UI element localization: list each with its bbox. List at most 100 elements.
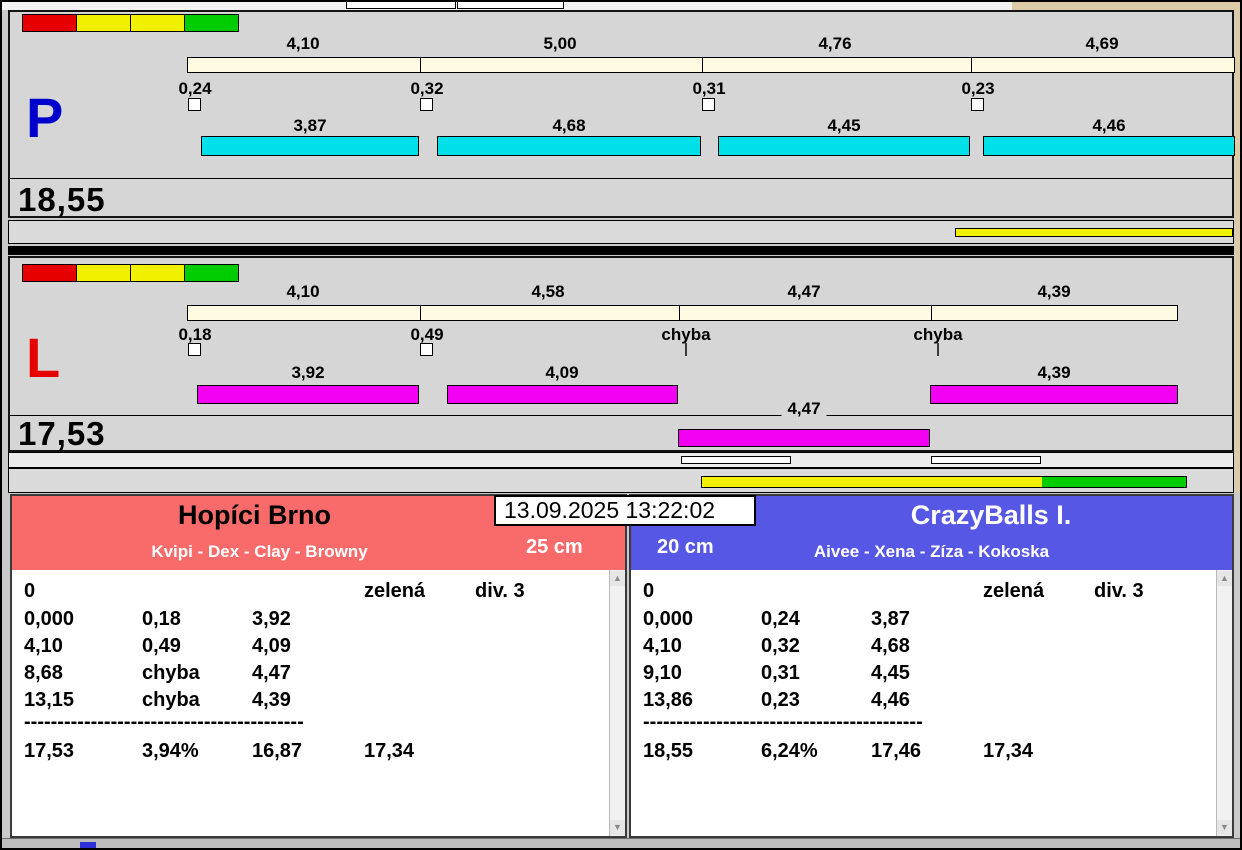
- start-time-label: 0,23: [961, 79, 995, 98]
- red-light-icon: [22, 264, 77, 282]
- division: div. 3: [1094, 580, 1144, 602]
- green-light-icon: [184, 264, 239, 282]
- cumulative-time: 13,15: [24, 689, 75, 711]
- start-sensor-checkbox[interactable]: [188, 343, 201, 356]
- dog-time: 4,46: [871, 689, 910, 711]
- start-sensor-checkbox[interactable]: [702, 98, 715, 111]
- cumulative-time: 8,68: [24, 662, 63, 684]
- best-time: 17,34: [364, 740, 415, 762]
- dog-time: 3,92: [252, 608, 291, 630]
- cumulative-time-bar: [187, 305, 1178, 321]
- start-sensor-checkbox[interactable]: [420, 343, 433, 356]
- dog-run-bar: [201, 136, 419, 156]
- cumulative-time: 13,86: [643, 689, 694, 711]
- start-time-label: 0,32: [410, 79, 444, 98]
- dog-run-bar: [447, 385, 678, 404]
- scroll-up-icon[interactable]: ▲: [1217, 571, 1232, 586]
- yellow-light-icon: [76, 264, 131, 282]
- background-window-edge: [1235, 0, 1242, 493]
- start-time-label: 0,18: [178, 325, 212, 344]
- scrollbar[interactable]: ▲ ▼: [609, 570, 625, 836]
- split-time-label: 5,00: [543, 34, 577, 53]
- window-tab[interactable]: [346, 0, 456, 9]
- yellow-light-icon: [130, 14, 185, 32]
- dog-run-bar: [983, 136, 1235, 156]
- yellow-light-icon: [76, 14, 131, 32]
- start-time: 0,31: [761, 662, 800, 684]
- dog-run-bar: [930, 385, 1178, 404]
- dog-time: 4,45: [871, 662, 910, 684]
- cumulative-time: 0,000: [24, 608, 75, 630]
- left-results: 0 zelená div. 3 0,000 0,18 3,92 4,10 0,4…: [12, 570, 625, 836]
- separator-dashes: ----------------------------------------…: [24, 711, 304, 733]
- l-progress-strip: [8, 468, 1234, 493]
- background-window-strip: [1012, 0, 1242, 10]
- start-time: chyba: [142, 662, 200, 684]
- cumulative-time: 9,10: [643, 662, 682, 684]
- net-time: 17,46: [871, 740, 922, 762]
- cumulative-time: 0,000: [643, 608, 694, 630]
- rerun-run-bar: [678, 429, 930, 447]
- scrollbar[interactable]: ▲ ▼: [1216, 570, 1232, 836]
- start-sensor-checkbox[interactable]: [188, 98, 201, 111]
- dog-time-label: 3,87: [293, 116, 327, 135]
- start-error-label: chyba: [913, 325, 963, 344]
- error-percent: 3,94%: [142, 740, 199, 762]
- taskbar-chip[interactable]: [80, 842, 96, 850]
- total-time: 18,55: [643, 740, 694, 762]
- marker-bar: [931, 456, 1041, 464]
- start-time: 0,18: [142, 608, 181, 630]
- progress-yellow-segment: [702, 477, 1042, 487]
- dog-time-label: 4,09: [545, 363, 579, 382]
- scroll-down-icon[interactable]: ▼: [610, 820, 625, 835]
- run-number: 0: [24, 580, 36, 602]
- window-tab[interactable]: [457, 0, 564, 9]
- dog-run-bar: [718, 136, 970, 156]
- dog-time-label: 3,92: [291, 363, 325, 382]
- lane-divider: [8, 246, 1234, 255]
- cumulative-time-bar: [187, 57, 1235, 73]
- team-dogs: Kvipi - Dex - Clay - Browny: [151, 542, 368, 561]
- dog-time: 4,47: [252, 662, 291, 684]
- start-time-label: 0,49: [410, 325, 444, 344]
- dog-time: 4,09: [252, 635, 291, 657]
- lane-panel-p: 4,10 5,00 4,76 4,69 0,24 0,32 0,31 0,23 …: [8, 10, 1235, 218]
- error-tick-mark: [685, 343, 687, 356]
- split-time-label: 4,10: [286, 34, 320, 53]
- lane-separator-line: [10, 178, 1232, 179]
- split-time-label: 4,47: [787, 282, 821, 301]
- net-time: 16,87: [252, 740, 303, 762]
- best-time: 17,34: [983, 740, 1034, 762]
- marker-bar: [681, 456, 791, 464]
- start-sensor-checkbox[interactable]: [420, 98, 433, 111]
- cumulative-time: 4,10: [643, 635, 682, 657]
- start-time: chyba: [142, 689, 200, 711]
- division: div. 3: [475, 580, 525, 602]
- team-dogs: Aivee - Xena - Zíza - Kokoska: [813, 542, 1050, 561]
- start-time: 0,24: [761, 608, 800, 630]
- dog-time-label: 4,46: [1092, 116, 1126, 135]
- progress-bar-yellow: [955, 228, 1233, 237]
- start-sensor-checkbox[interactable]: [971, 98, 984, 111]
- lane-total-time: 18,55: [18, 181, 106, 218]
- lane-letter-l: L: [26, 326, 61, 389]
- green-light-icon: [184, 14, 239, 32]
- split-time-label: 4,69: [1085, 34, 1119, 53]
- yellow-light-icon: [130, 264, 185, 282]
- light-state: zelená: [364, 580, 426, 602]
- right-team-panel: CrazyBalls I. Aivee - Xena - Zíza - Koko…: [629, 494, 1234, 838]
- lane-letter-p: P: [26, 86, 64, 149]
- light-state: zelená: [983, 580, 1045, 602]
- jump-height-badge: 20 cm: [657, 536, 714, 558]
- dog-time-label: 4,68: [552, 116, 586, 135]
- scroll-down-icon[interactable]: ▼: [1217, 820, 1232, 835]
- start-lights: [22, 264, 239, 282]
- start-time: 0,32: [761, 635, 800, 657]
- team-name: Hopíci Brno: [178, 500, 331, 530]
- scroll-up-icon[interactable]: ▲: [610, 571, 625, 586]
- progress-green-segment: [1042, 477, 1186, 487]
- start-error-label: chyba: [661, 325, 711, 344]
- run-number: 0: [643, 580, 655, 602]
- left-team-panel: Hopíci Brno Kvipi - Dex - Clay - Browny …: [10, 494, 627, 838]
- separator-dashes: ----------------------------------------…: [643, 711, 923, 733]
